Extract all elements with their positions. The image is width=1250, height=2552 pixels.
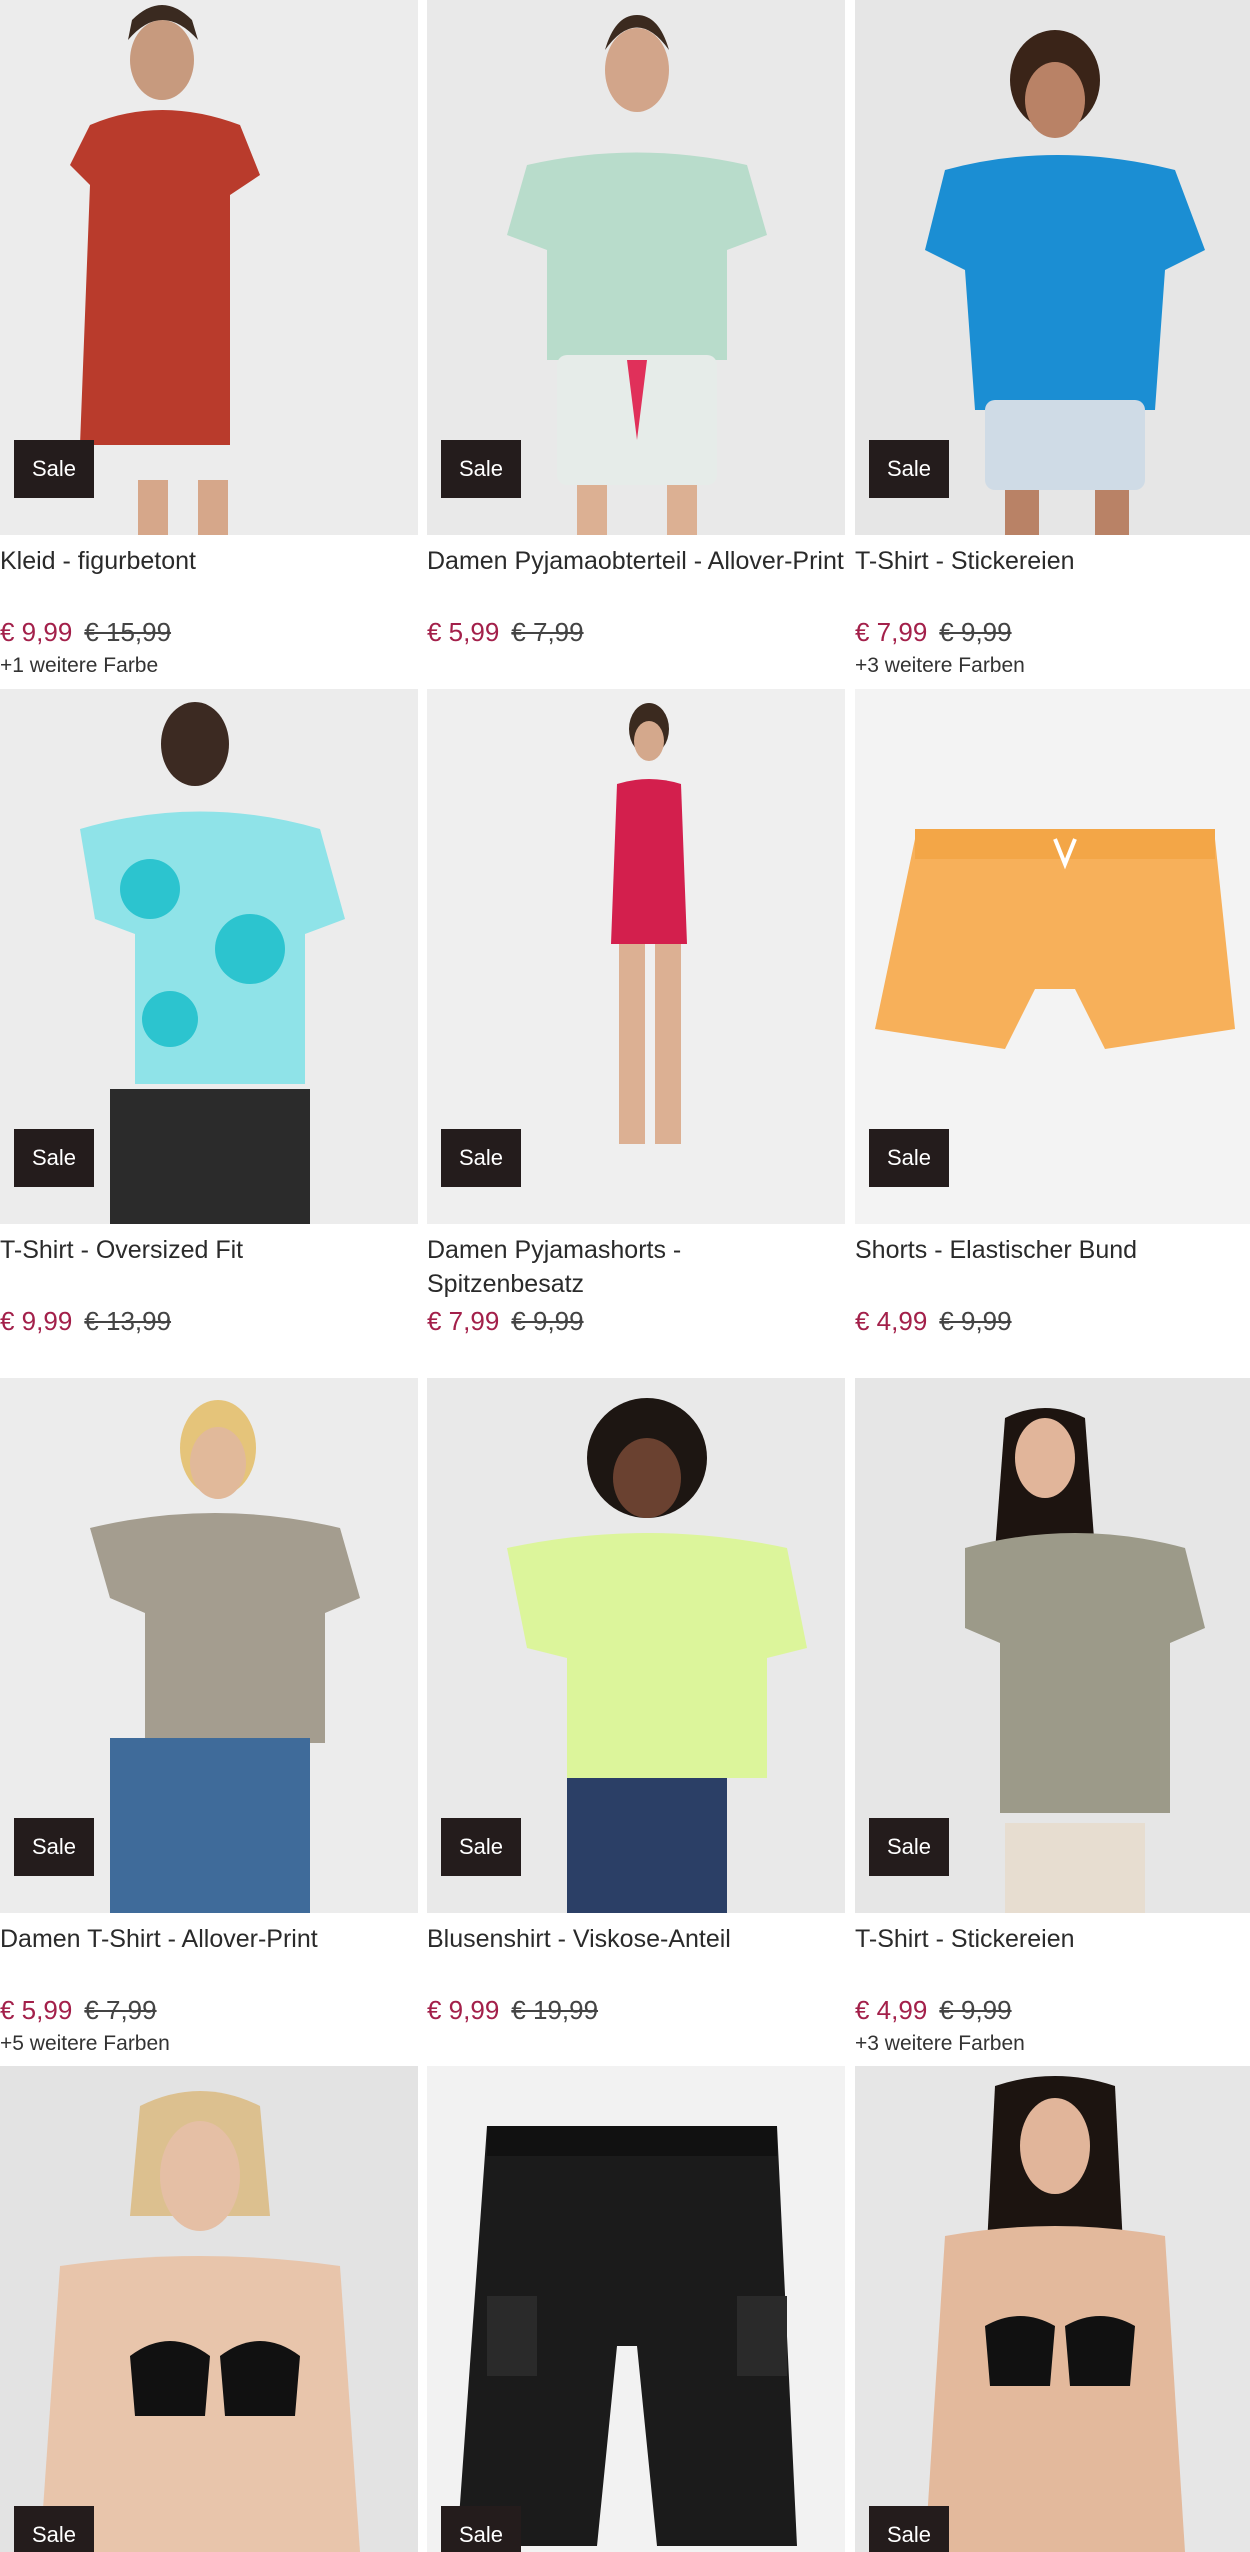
sale-badge: Sale	[14, 2506, 94, 2552]
sale-badge: Sale	[441, 1129, 521, 1187]
sale-price: € 5,99	[0, 1995, 73, 2025]
product-card[interactable]: Sale Damen Pyjamashorts - Spitzenbesatz …	[427, 689, 845, 1374]
original-price: € 7,99	[511, 617, 584, 647]
sale-price: € 7,99	[855, 617, 928, 647]
sale-price: € 4,99	[855, 1995, 928, 2025]
original-price: € 9,99	[511, 1306, 584, 1336]
product-card[interactable]: Sale T-Shirt - Stickereien € 4,99 € 9,99 …	[855, 1378, 1250, 2063]
product-image[interactable]: Sale	[427, 1378, 845, 1913]
sale-badge: Sale	[14, 1129, 94, 1187]
product-image[interactable]: Sale	[0, 1378, 418, 1913]
product-card[interactable]: Sale	[0, 2066, 418, 2552]
price-block: € 7,99 € 9,99	[427, 1305, 584, 1337]
product-card[interactable]: Sale Damen T-Shirt - Allover-Print € 5,9…	[0, 1378, 418, 2063]
sale-badge: Sale	[14, 440, 94, 498]
price-block: € 4,99 € 9,99	[855, 1994, 1012, 2026]
product-image[interactable]: Sale	[427, 0, 845, 535]
original-price: € 9,99	[939, 617, 1012, 647]
sale-price: € 9,99	[427, 1995, 500, 2025]
product-title[interactable]: Shorts - Elastischer Bund	[855, 1233, 1250, 1267]
product-image[interactable]: Sale	[855, 0, 1250, 535]
sale-price: € 5,99	[427, 617, 500, 647]
more-colors-label[interactable]: +3 weitere Farben	[855, 2032, 1025, 2056]
price-block: € 5,99 € 7,99	[427, 616, 584, 648]
sale-price: € 4,99	[855, 1306, 928, 1336]
product-image[interactable]: Sale	[855, 2066, 1250, 2552]
more-colors-label[interactable]: +5 weitere Farben	[0, 2032, 170, 2056]
product-card[interactable]: Sale	[427, 2066, 845, 2552]
original-price: € 7,99	[84, 1995, 157, 2025]
price-block: € 4,99 € 9,99	[855, 1305, 1012, 1337]
price-block: € 7,99 € 9,99	[855, 616, 1012, 648]
product-image[interactable]: Sale	[427, 2066, 845, 2552]
product-image[interactable]: Sale	[0, 2066, 418, 2552]
product-title[interactable]: Damen Pyjamaobterteil - Allover-Print	[427, 544, 845, 578]
product-image[interactable]: Sale	[0, 0, 418, 535]
original-price: € 13,99	[84, 1306, 172, 1336]
sale-price: € 9,99	[0, 617, 73, 647]
sale-badge: Sale	[869, 1818, 949, 1876]
product-title[interactable]: T-Shirt - Stickereien	[855, 1922, 1250, 1956]
product-card[interactable]: Sale Blusenshirt - Viskose-Anteil € 9,99…	[427, 1378, 845, 2063]
product-title[interactable]: Damen T-Shirt - Allover-Print	[0, 1922, 418, 1956]
original-price: € 15,99	[84, 617, 172, 647]
product-card[interactable]: Sale Kleid - figurbetont € 9,99 € 15,99 +…	[0, 0, 418, 685]
more-colors-label[interactable]: +1 weitere Farbe	[0, 654, 158, 678]
original-price: € 9,99	[939, 1306, 1012, 1336]
price-block: € 5,99 € 7,99	[0, 1994, 157, 2026]
original-price: € 9,99	[939, 1995, 1012, 2025]
product-card[interactable]: Sale	[855, 2066, 1250, 2552]
sale-price: € 7,99	[427, 1306, 500, 1336]
product-image[interactable]: Sale	[427, 689, 845, 1224]
original-price: € 19,99	[511, 1995, 599, 2025]
sale-badge: Sale	[14, 1818, 94, 1876]
sale-badge: Sale	[869, 2506, 949, 2552]
product-card[interactable]: Sale Damen Pyjamaobterteil - Allover-Pri…	[427, 0, 845, 685]
sale-badge: Sale	[441, 440, 521, 498]
product-title[interactable]: Blusenshirt - Viskose-Anteil	[427, 1922, 845, 1956]
product-title[interactable]: T-Shirt - Stickereien	[855, 544, 1250, 578]
sale-price: € 9,99	[0, 1306, 73, 1336]
product-title[interactable]: Damen Pyjamashorts - Spitzenbesatz	[427, 1233, 845, 1301]
product-card[interactable]: Sale T-Shirt - Oversized Fit € 9,99 € 13,…	[0, 689, 418, 1374]
sale-badge: Sale	[869, 440, 949, 498]
price-block: € 9,99 € 15,99	[0, 616, 171, 648]
sale-badge: Sale	[441, 2506, 521, 2552]
product-card[interactable]: Sale T-Shirt - Stickereien € 7,99 € 9,99 …	[855, 0, 1250, 685]
product-image[interactable]: Sale	[855, 1378, 1250, 1913]
sale-badge: Sale	[869, 1129, 949, 1187]
product-title[interactable]: T-Shirt - Oversized Fit	[0, 1233, 418, 1267]
product-image[interactable]: Sale	[855, 689, 1250, 1224]
more-colors-label[interactable]: +3 weitere Farben	[855, 654, 1025, 678]
sale-badge: Sale	[441, 1818, 521, 1876]
price-block: € 9,99 € 13,99	[0, 1305, 171, 1337]
product-title[interactable]: Kleid - figurbetont	[0, 544, 418, 578]
price-block: € 9,99 € 19,99	[427, 1994, 598, 2026]
product-card[interactable]: Sale Shorts - Elastischer Bund € 4,99 € 9…	[855, 689, 1250, 1374]
product-image[interactable]: Sale	[0, 689, 418, 1224]
